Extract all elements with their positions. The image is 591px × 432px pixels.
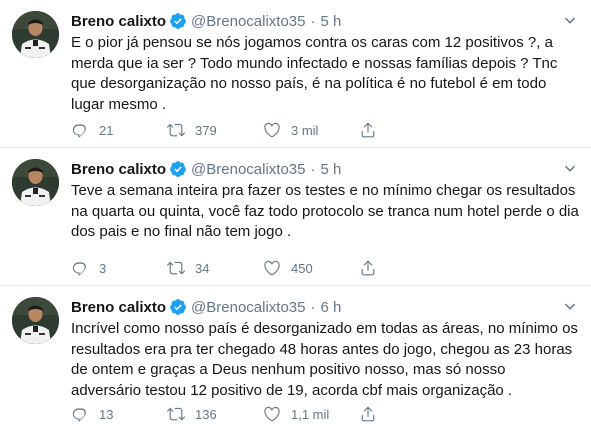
retweet-icon (167, 407, 185, 421)
retweet-button[interactable]: 136 (167, 405, 263, 423)
tweet-header: Breno calixto @Brenocalixto35 · 5 h (71, 158, 341, 180)
like-icon (264, 260, 280, 276)
reply-icon (72, 124, 86, 138)
reply-icon (72, 408, 86, 422)
retweet-count: 379 (195, 122, 217, 138)
retweet-icon (167, 123, 185, 137)
tweet-text: E o pior já pensou se nós jogamos contra… (71, 34, 558, 113)
retweet-count: 136 (195, 406, 217, 422)
reply-count: 13 (99, 406, 114, 422)
share-button[interactable] (359, 121, 387, 139)
tweet-text: Incrível como nosso país é desorganizado… (71, 320, 578, 399)
author-handle[interactable]: @Brenocalixto35 (191, 299, 305, 316)
like-icon (264, 406, 280, 422)
avatar[interactable] (12, 297, 59, 344)
avatar[interactable] (12, 11, 59, 58)
tweet-text: Teve a semana inteira pra fazer os teste… (71, 182, 579, 240)
like-button[interactable]: 450 (263, 259, 359, 277)
like-count: 1,1 mil (291, 406, 330, 422)
author-handle[interactable]: @Brenocalixto35 (191, 13, 305, 30)
reply-icon (72, 262, 86, 276)
separator: · (310, 12, 316, 30)
reply-count: 21 (99, 122, 114, 138)
timestamp[interactable]: 6 h (321, 299, 342, 316)
share-icon (361, 122, 375, 138)
share-icon (361, 406, 375, 422)
tweet-actions: 13 136 1,1 mil (71, 404, 387, 424)
timestamp[interactable]: 5 h (321, 161, 342, 178)
author-name[interactable]: Breno calixto (71, 161, 166, 178)
retweet-button[interactable]: 379 (167, 121, 263, 139)
verified-badge-icon (169, 160, 187, 178)
chevron-down-icon[interactable] (561, 298, 579, 316)
reply-button[interactable]: 13 (71, 405, 167, 423)
retweet-icon (167, 261, 185, 275)
retweet-count: 34 (195, 260, 210, 276)
tweet-feed: Breno calixto @Brenocalixto35 · 5 h E o … (0, 0, 591, 432)
like-button[interactable]: 3 mil (263, 121, 359, 139)
reply-button[interactable]: 21 (71, 121, 167, 139)
like-count: 3 mil (291, 122, 319, 138)
share-button[interactable] (359, 405, 387, 423)
reply-count: 3 (99, 260, 107, 276)
separator: · (310, 160, 316, 178)
tweet[interactable]: Breno calixto @Brenocalixto35 · 6 h Incr… (0, 286, 591, 432)
reply-button[interactable]: 3 (71, 259, 167, 277)
tweet-actions: 21 379 3 mil (71, 120, 387, 140)
tweet[interactable]: Breno calixto @Brenocalixto35 · 5 h Teve… (0, 148, 591, 286)
share-button[interactable] (359, 259, 387, 277)
share-icon (361, 260, 375, 276)
tweet[interactable]: Breno calixto @Brenocalixto35 · 5 h E o … (0, 0, 591, 148)
like-button[interactable]: 1,1 mil (263, 405, 359, 423)
author-handle[interactable]: @Brenocalixto35 (191, 161, 305, 178)
verified-badge-icon (169, 298, 187, 316)
chevron-down-icon[interactable] (561, 12, 579, 30)
avatar[interactable] (12, 159, 59, 206)
tweet-header: Breno calixto @Brenocalixto35 · 5 h (71, 10, 341, 32)
retweet-button[interactable]: 34 (167, 259, 263, 277)
verified-badge-icon (169, 12, 187, 30)
author-name[interactable]: Breno calixto (71, 299, 166, 316)
tweet-actions: 3 34 450 (71, 258, 387, 278)
author-name[interactable]: Breno calixto (71, 13, 166, 30)
like-icon (264, 122, 280, 138)
timestamp[interactable]: 5 h (321, 13, 342, 30)
like-count: 450 (291, 260, 313, 276)
tweet-header: Breno calixto @Brenocalixto35 · 6 h (71, 296, 341, 318)
chevron-down-icon[interactable] (561, 160, 579, 178)
separator: · (310, 298, 316, 316)
